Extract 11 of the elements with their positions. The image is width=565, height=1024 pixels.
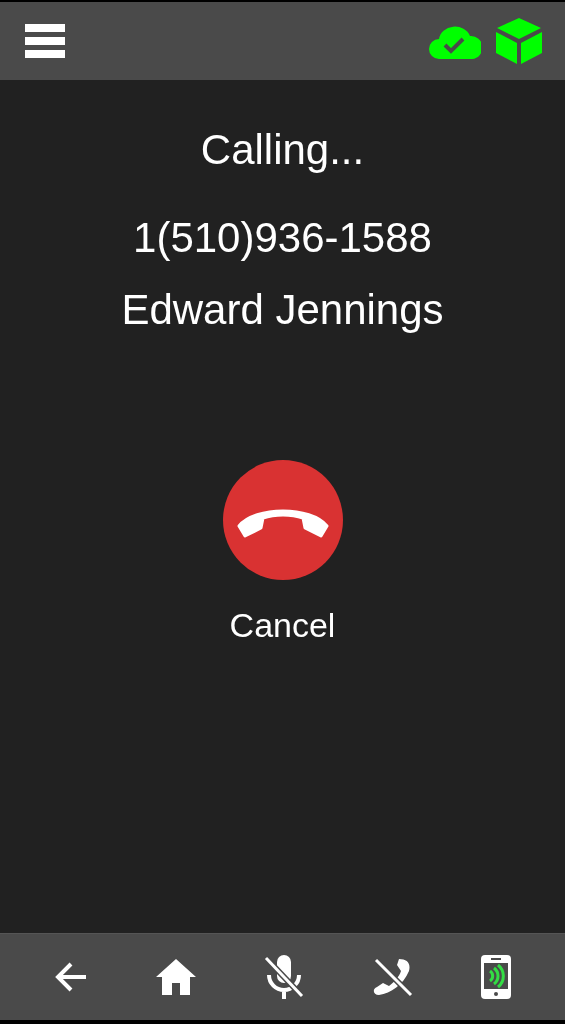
cancel-label: Cancel xyxy=(229,606,336,645)
contact-name: Edward Jennings xyxy=(121,285,444,335)
mute-microphone-button[interactable] xyxy=(264,955,305,999)
cube-icon xyxy=(495,17,543,65)
phone-signal-button[interactable] xyxy=(480,955,511,999)
home-button[interactable] xyxy=(156,959,197,995)
back-button[interactable] xyxy=(54,960,89,994)
menu-button[interactable] xyxy=(25,24,65,58)
phone-off-button[interactable] xyxy=(372,957,413,997)
phone-number: 1(510)936-1588 xyxy=(133,213,432,263)
call-status: Calling... xyxy=(200,125,365,175)
